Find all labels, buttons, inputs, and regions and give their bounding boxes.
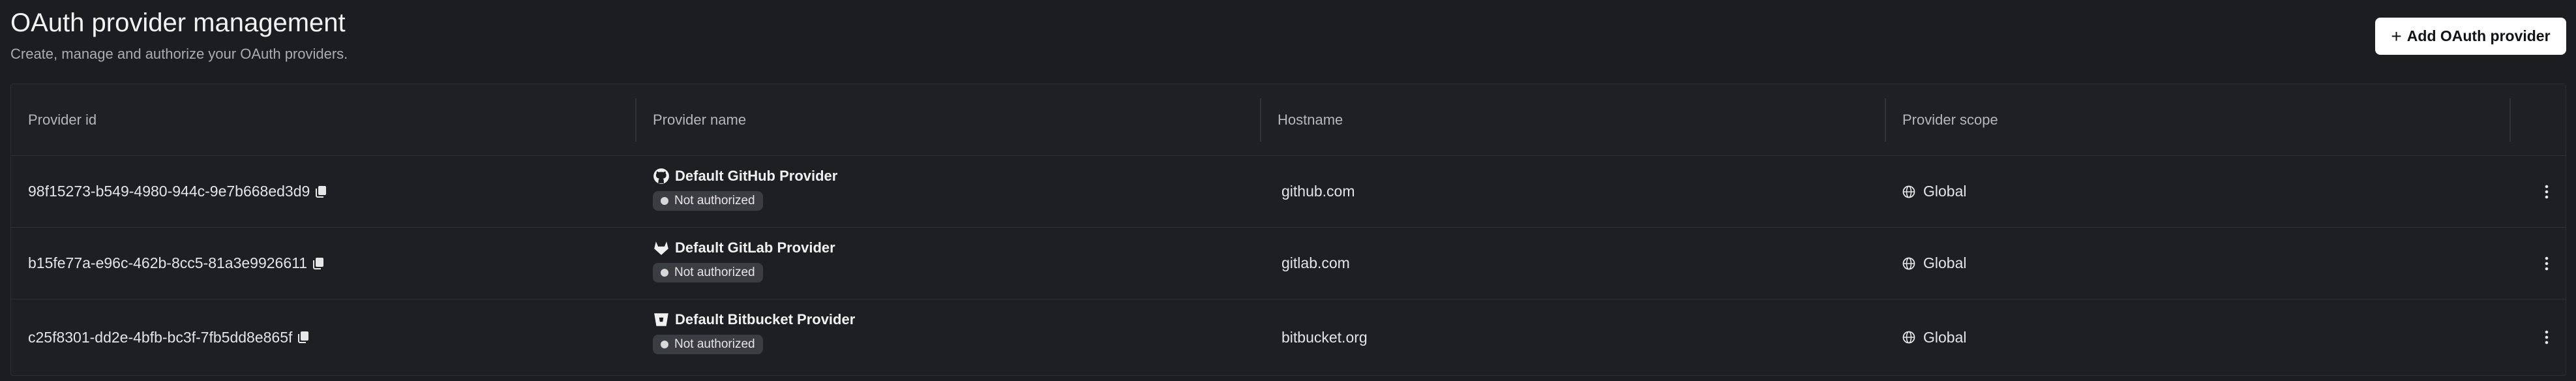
provider-scope: Global	[1923, 328, 1967, 346]
table-header-row: Provider id Provider name Hostname Provi…	[11, 84, 2566, 156]
provider-name-line: Default GitLab Provider	[653, 239, 835, 256]
provider-name: Default Bitbucket Provider	[675, 311, 856, 328]
provider-name: Default GitLab Provider	[675, 239, 835, 256]
provider-name-line: Default GitHub Provider	[653, 168, 837, 185]
provider-scope-cell: Global	[1902, 228, 1966, 299]
provider-name-line: Default Bitbucket Provider	[653, 311, 855, 328]
page-title: OAuth provider management	[10, 8, 346, 37]
status-dot-icon	[661, 269, 668, 277]
row-actions-menu-icon[interactable]	[2539, 179, 2554, 205]
providers-table: Provider id Provider name Hostname Provi…	[10, 84, 2566, 376]
status-badge: Not authorized	[653, 335, 763, 354]
plus-icon: +	[2391, 25, 2402, 46]
provider-scope: Global	[1923, 183, 1967, 200]
column-divider[interactable]	[635, 99, 637, 142]
status-label: Not authorized	[674, 266, 755, 279]
copy-icon[interactable]	[315, 185, 327, 198]
globe-icon	[1902, 257, 1915, 269]
provider-name: Default GitHub Provider	[675, 168, 838, 184]
github-icon	[653, 168, 669, 184]
provider-name-cell: Default GitHub Provider Not authorized	[653, 168, 837, 211]
globe-icon	[1902, 331, 1915, 344]
table-row[interactable]: b15fe77a-e96c-462b-8cc5-81a3e9926611 Def…	[11, 228, 2566, 299]
status-label: Not authorized	[674, 194, 755, 207]
copy-icon[interactable]	[312, 257, 324, 270]
status-label: Not authorized	[674, 337, 755, 351]
status-badge: Not authorized	[653, 263, 763, 282]
table-row[interactable]: c25f8301-dd2e-4bfb-bc3f-7fb5dd8e865f Def…	[11, 299, 2566, 375]
column-header-provider-scope: Provider scope	[1902, 112, 1998, 128]
provider-id: c25f8301-dd2e-4bfb-bc3f-7fb5dd8e865f	[28, 328, 293, 346]
gitlab-icon	[654, 241, 668, 255]
hostname-cell: github.com	[1281, 183, 1355, 200]
provider-id-cell: 98f15273-b549-4980-944c-9e7b668ed3d9	[28, 156, 327, 227]
provider-id: 98f15273-b549-4980-944c-9e7b668ed3d9	[28, 183, 310, 200]
provider-id: b15fe77a-e96c-462b-8cc5-81a3e9926611	[28, 254, 307, 271]
provider-scope-cell: Global	[1902, 156, 1966, 227]
add-oauth-provider-button[interactable]: + Add OAuth provider	[2375, 18, 2566, 55]
provider-name-cell: Default Bitbucket Provider Not authorize…	[653, 311, 855, 354]
status-dot-icon	[661, 197, 668, 205]
provider-id-cell: b15fe77a-e96c-462b-8cc5-81a3e9926611	[28, 228, 324, 299]
provider-id-cell: c25f8301-dd2e-4bfb-bc3f-7fb5dd8e865f	[28, 299, 309, 375]
hostname-cell: gitlab.com	[1281, 254, 1350, 271]
column-header-provider-name: Provider name	[653, 112, 747, 128]
copy-icon[interactable]	[297, 331, 309, 344]
hostname-cell: bitbucket.org	[1281, 328, 1368, 346]
page-header: OAuth provider management Create, manage…	[10, 7, 348, 64]
row-actions-menu-icon[interactable]	[2539, 324, 2554, 350]
add-oauth-provider-label: Add OAuth provider	[2406, 27, 2551, 44]
column-divider[interactable]	[1260, 99, 1261, 142]
status-dot-icon	[661, 341, 668, 348]
oauth-provider-page: OAuth provider management Create, manage…	[0, 0, 2576, 381]
provider-name-cell: Default GitLab Provider Not authorized	[653, 239, 835, 282]
table-row[interactable]: 98f15273-b549-4980-944c-9e7b668ed3d9 Def…	[11, 156, 2566, 228]
globe-icon	[1902, 185, 1915, 198]
bitbucket-icon	[654, 313, 668, 326]
page-subtitle: Create, manage and authorize your OAuth …	[10, 46, 348, 62]
column-header-hostname: Hostname	[1278, 112, 1343, 128]
row-actions-menu-icon[interactable]	[2539, 251, 2554, 277]
provider-scope-cell: Global	[1902, 299, 1966, 375]
provider-scope: Global	[1923, 254, 1967, 271]
status-badge: Not authorized	[653, 191, 763, 211]
column-divider[interactable]	[1885, 99, 1886, 142]
column-header-provider-id: Provider id	[28, 112, 97, 128]
column-divider[interactable]	[2509, 99, 2511, 142]
